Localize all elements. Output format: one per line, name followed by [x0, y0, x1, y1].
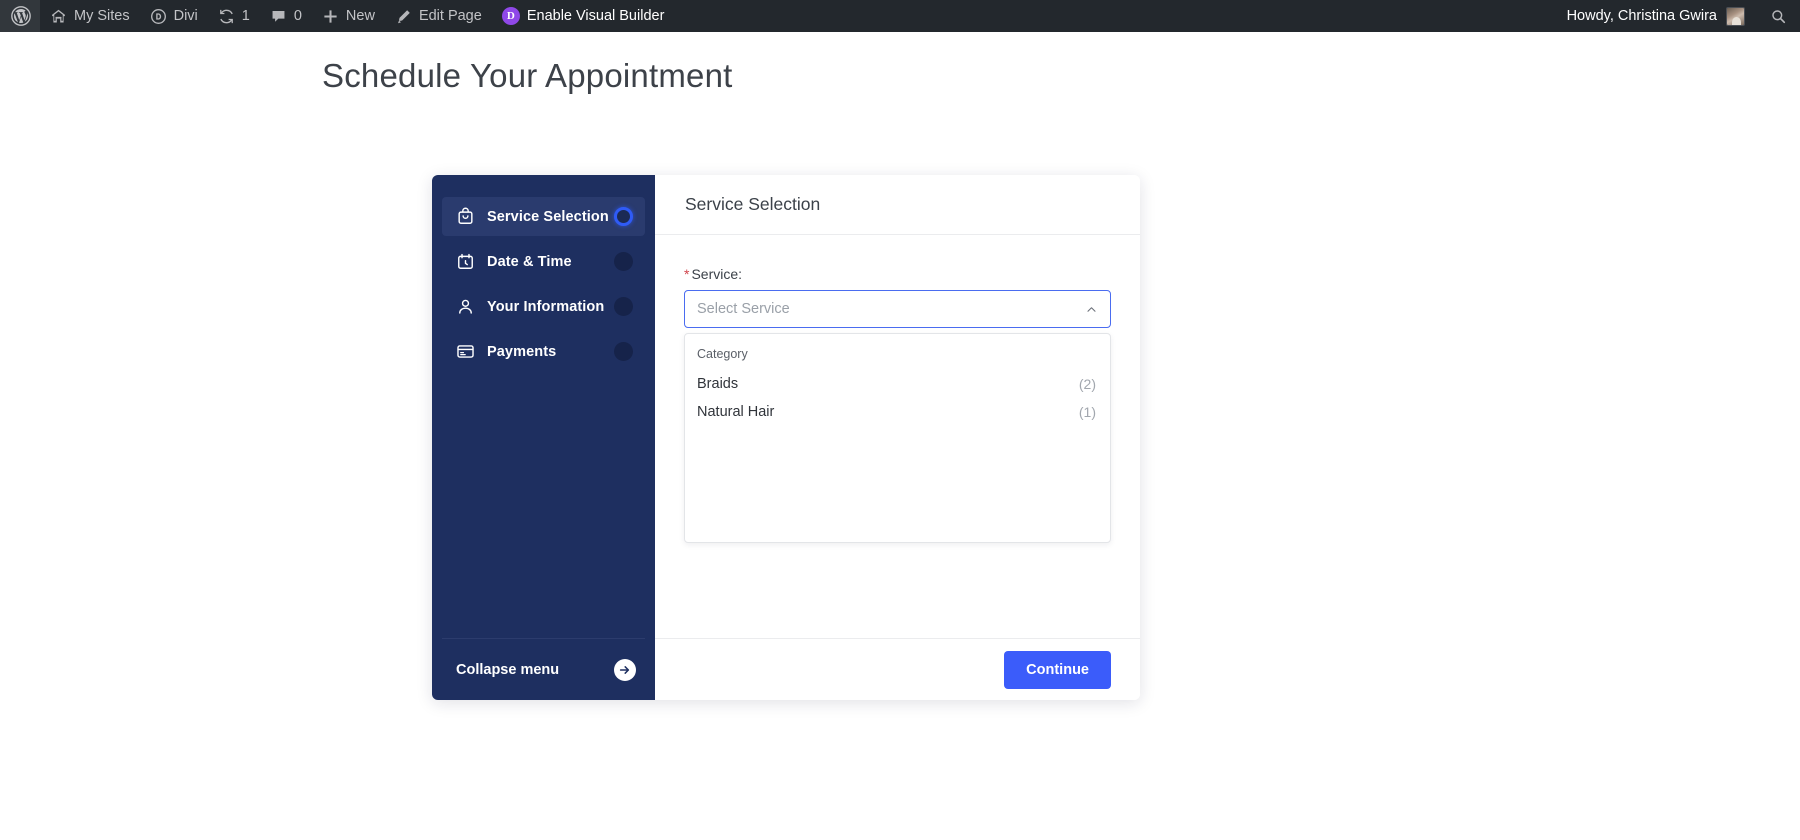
avatar: [1726, 6, 1745, 26]
booking-steps-sidebar: Service Selection Date & Time Your Infor…: [432, 175, 655, 700]
wordpress-logo-button[interactable]: [0, 0, 40, 32]
dropdown-group-title: Category: [697, 347, 748, 361]
edit-page-icon: [397, 9, 410, 23]
admin-bar-howdy[interactable]: Howdy, Christina Gwira: [1555, 0, 1757, 32]
sidebar-item-label: Payments: [487, 343, 557, 360]
service-field-label: * Service:: [684, 266, 1111, 282]
booking-widget: Service Selection Date & Time Your Infor…: [432, 175, 1140, 700]
arrow-right-glyph: [619, 665, 630, 674]
search-icon: [1772, 9, 1786, 23]
collapse-menu-label: Collapse menu: [456, 661, 560, 678]
panel-header: Service Selection: [655, 175, 1140, 235]
wordpress-logo-icon: [11, 6, 31, 26]
booking-content-panel: Service Selection * Service: Select Servi…: [655, 175, 1140, 700]
admin-bar-item-label: My Sites: [74, 8, 130, 24]
credit-card-icon: [457, 345, 474, 358]
sidebar-item-payments[interactable]: Payments: [442, 332, 645, 371]
admin-bar-item-enable-visual-builder[interactable]: D Enable Visual Builder: [492, 0, 675, 32]
admin-bar-item-label: 0: [293, 8, 302, 24]
updates-icon: [219, 9, 233, 23]
arrow-right-circle-icon: [614, 658, 636, 681]
collapse-menu-button[interactable]: Collapse menu: [442, 638, 645, 700]
admin-bar-item-my-sites[interactable]: My Sites: [40, 0, 140, 32]
step-status-indicator: [614, 252, 633, 271]
page-header: Schedule Your Appointment: [0, 32, 1800, 95]
sidebar-item-label: Date & Time: [487, 253, 572, 270]
sidebar-item-label: Your Information: [487, 298, 605, 315]
service-dropdown-list[interactable]: Category Braids (2) Natural Hair (1): [684, 333, 1111, 543]
dropdown-option-count: (1): [1078, 404, 1096, 420]
howdy-label: Howdy, Christina Gwira: [1566, 8, 1717, 24]
comments-icon: [272, 10, 285, 22]
new-content-icon: [324, 9, 337, 23]
dropdown-option-braids[interactable]: Braids (2): [685, 370, 1110, 398]
service-label-text: Service:: [691, 266, 743, 282]
continue-button[interactable]: Continue: [1004, 650, 1111, 689]
panel-footer: Continue: [655, 638, 1140, 700]
panel-title: Service Selection: [685, 194, 821, 214]
admin-bar-item-new[interactable]: New: [312, 0, 385, 32]
sidebar-item-service-selection[interactable]: Service Selection: [442, 197, 645, 236]
sidebar-item-label: Service Selection: [487, 208, 609, 225]
admin-bar-search-button[interactable]: [1757, 0, 1800, 32]
divi-icon: [150, 8, 166, 24]
admin-bar-item-updates[interactable]: 1: [208, 0, 260, 32]
admin-bar-item-label: Edit Page: [418, 8, 482, 24]
required-asterisk: *: [684, 266, 690, 282]
step-status-indicator: [614, 342, 633, 361]
admin-bar-right-group: Howdy, Christina Gwira: [1555, 0, 1800, 32]
admin-bar-item-label: Divi: [173, 8, 198, 24]
admin-bar-left-group: My Sites Divi 1 0 New Edit Page D Enable…: [0, 0, 674, 32]
shopping-bag-icon: [458, 207, 473, 224]
chevron-up-icon[interactable]: [1085, 303, 1098, 316]
dropdown-option-label: Natural Hair: [697, 404, 775, 420]
wp-admin-bar: My Sites Divi 1 0 New Edit Page D Enable…: [0, 0, 1800, 32]
dropdown-option-natural-hair[interactable]: Natural Hair (1): [685, 398, 1110, 426]
person-icon: [459, 299, 472, 314]
admin-bar-item-label: 1: [241, 8, 250, 24]
my-sites-icon: [52, 9, 65, 22]
dropdown-option-count: (2): [1078, 376, 1096, 392]
panel-body: * Service: Select Service Category Braids…: [655, 235, 1140, 638]
admin-bar-item-comments[interactable]: 0: [260, 0, 312, 32]
admin-bar-item-edit-page[interactable]: Edit Page: [385, 0, 492, 32]
step-status-indicator: [614, 297, 633, 316]
step-status-indicator: [614, 207, 633, 226]
sidebar-item-date-time[interactable]: Date & Time: [442, 242, 645, 281]
dropdown-option-label: Braids: [697, 376, 739, 392]
service-select-input[interactable]: Select Service: [684, 290, 1111, 328]
calendar-clock-icon: [458, 253, 473, 269]
admin-bar-item-label: New: [345, 8, 375, 24]
sidebar-item-your-information[interactable]: Your Information: [442, 287, 645, 326]
service-select-placeholder: Select Service: [697, 301, 790, 317]
page-title: Schedule Your Appointment: [322, 57, 733, 94]
divi-badge-icon: D: [501, 7, 520, 25]
admin-bar-item-label: Enable Visual Builder: [526, 8, 665, 24]
admin-bar-item-divi[interactable]: Divi: [140, 0, 208, 32]
